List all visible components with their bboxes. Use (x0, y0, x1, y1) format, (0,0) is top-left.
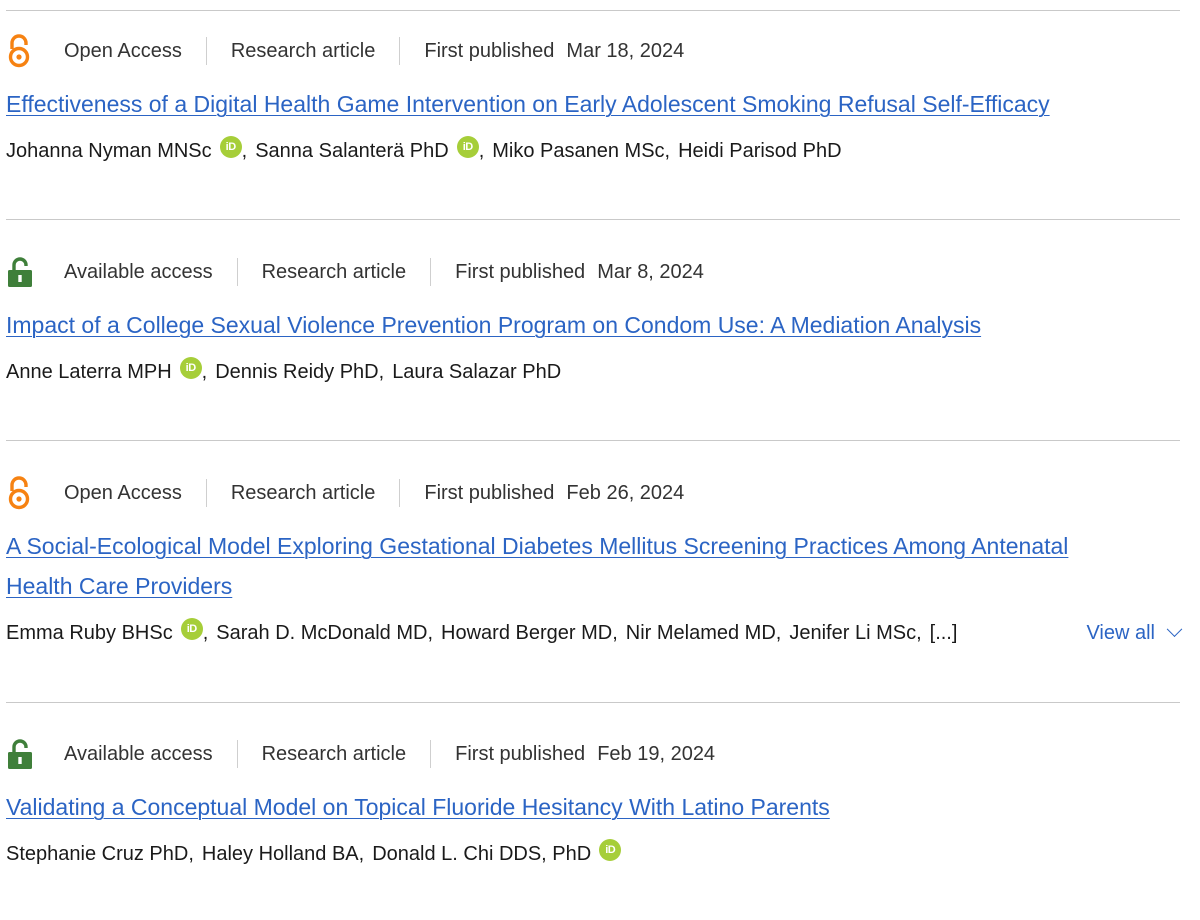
published-label: First published (424, 481, 555, 504)
article-item: Open Access Research article First publi… (6, 476, 1183, 648)
author-list: Anne Laterra MPH iD , Dennis Reidy PhD ,… (6, 357, 1180, 387)
separator (430, 258, 432, 286)
author-name[interactable]: Donald L. Chi DDS, PhD (372, 843, 591, 866)
article-title-link[interactable]: A Social-Ecological Model Exploring Gest… (6, 526, 1136, 606)
author-name[interactable]: Emma Ruby BHSc (6, 622, 173, 645)
divider (6, 10, 1180, 11)
author-name[interactable]: Sarah D. McDonald MD (216, 622, 427, 645)
divider (6, 219, 1180, 220)
published-label: First published (455, 260, 586, 283)
author-list: Stephanie Cruz PhD , Haley Holland BA , … (6, 839, 1180, 869)
separator (236, 258, 238, 286)
author-name[interactable]: Stephanie Cruz PhD (6, 843, 188, 866)
author-list: Emma Ruby BHSc iD , Sarah D. McDonald MD… (6, 618, 1183, 648)
published-date: Mar 18, 2024 (566, 39, 685, 62)
orcid-icon[interactable]: iD (180, 618, 203, 640)
lock-open-icon (6, 256, 36, 288)
article-title-link[interactable]: Validating a Conceptual Model on Topical… (6, 787, 1180, 827)
author-name[interactable]: Miko Pasanen MSc (492, 140, 664, 163)
author-name[interactable]: Howard Berger MD (441, 622, 612, 645)
separator (399, 37, 401, 65)
separator (430, 740, 432, 768)
article-item: Available access Research article First … (6, 256, 1180, 387)
article-type: Research article (261, 260, 407, 283)
published-date: Feb 26, 2024 (566, 481, 685, 504)
author-name[interactable]: Laura Salazar PhD (392, 361, 561, 384)
separator (236, 740, 238, 768)
view-all-label: View all (1086, 621, 1155, 644)
author-name[interactable]: Haley Holland BA (202, 843, 359, 866)
author-name[interactable]: Johanna Nyman MNSc (6, 140, 212, 163)
access-label: Available access (64, 742, 213, 765)
published-label: First published (424, 39, 555, 62)
open-access-icon (6, 34, 36, 68)
published-date: Mar 8, 2024 (597, 260, 704, 283)
more-authors-ellipsis: [...] (929, 621, 958, 644)
article-type: Research article (230, 481, 376, 504)
author-name[interactable]: Sanna Salanterä PhD (255, 140, 448, 163)
article-meta: Open Access Research article First publi… (6, 476, 1180, 510)
access-label: Available access (64, 260, 213, 283)
author-name[interactable]: Dennis Reidy PhD (215, 361, 378, 384)
author-name[interactable]: Nir Melamed MD (626, 622, 776, 645)
article-meta: Available access Research article First … (6, 256, 1180, 288)
article-item: Available access Research article First … (6, 738, 1180, 869)
article-meta: Available access Research article First … (6, 738, 1180, 770)
separator (205, 37, 207, 65)
orcid-icon[interactable]: iD (456, 136, 479, 158)
access-label: Open Access (64, 39, 182, 62)
orcid-icon[interactable]: iD (599, 839, 622, 861)
author-list: Johanna Nyman MNSc iD , Sanna Salanterä … (6, 136, 1180, 166)
separator (399, 479, 401, 507)
article-type: Research article (230, 39, 376, 62)
orcid-icon[interactable]: iD (179, 357, 202, 379)
article-title-link[interactable]: Impact of a College Sexual Violence Prev… (6, 305, 1180, 345)
open-access-icon (6, 476, 36, 510)
separator (205, 479, 207, 507)
lock-open-icon (6, 738, 36, 770)
published-label: First published (455, 742, 586, 765)
chevron-down-icon (1166, 620, 1183, 637)
author-name[interactable]: Heidi Parisod PhD (678, 140, 841, 163)
author-name[interactable]: Jenifer Li MSc (789, 622, 916, 645)
published-date: Feb 19, 2024 (597, 742, 716, 765)
access-label: Open Access (64, 481, 182, 504)
article-meta: Open Access Research article First publi… (6, 34, 1180, 68)
article-list: Open Access Research article First publi… (0, 0, 1200, 920)
divider (6, 702, 1180, 703)
view-all-authors-button[interactable]: View all (1086, 618, 1183, 648)
author-name[interactable]: Anne Laterra MPH (6, 361, 172, 384)
article-type: Research article (261, 742, 407, 765)
orcid-icon[interactable]: iD (219, 136, 242, 158)
article-title-link[interactable]: Effectiveness of a Digital Health Game I… (6, 84, 1180, 124)
article-item: Open Access Research article First publi… (6, 34, 1180, 166)
divider (6, 440, 1180, 441)
